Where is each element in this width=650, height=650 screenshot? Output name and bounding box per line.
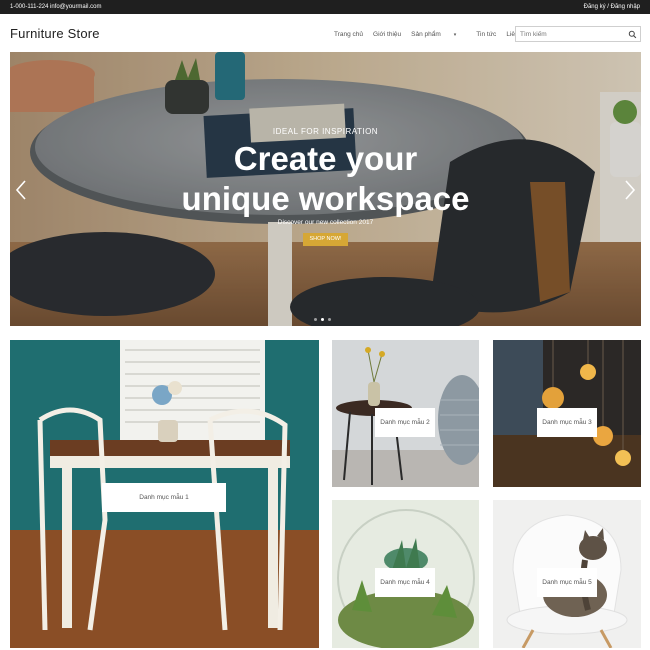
top-bar: 1-000-111-224 info@yourmail.com Đăng ký … bbox=[0, 0, 650, 14]
category-card-4[interactable]: Danh mục mẫu 4 bbox=[332, 500, 479, 648]
hero-subtitle: Discover our new collection 2017 bbox=[277, 219, 374, 226]
category-label-2: Danh mục mẫu 2 bbox=[375, 408, 435, 437]
category-label-4: Danh mục mẫu 4 bbox=[375, 568, 435, 597]
slider-dots bbox=[314, 318, 331, 321]
email-link[interactable]: info@yourmail.com bbox=[50, 4, 101, 10]
nav-item-products[interactable]: Sản phẩm ▾ bbox=[411, 31, 466, 38]
slider-dot-2[interactable] bbox=[321, 318, 324, 321]
search-box bbox=[515, 26, 641, 42]
slider-dot-3[interactable] bbox=[328, 318, 331, 321]
hero-content: IDEAL FOR INSPIRATION Create your unique… bbox=[10, 52, 641, 326]
category-card-2[interactable]: Danh mục mẫu 2 bbox=[332, 340, 479, 487]
hero-slider: IDEAL FOR INSPIRATION Create your unique… bbox=[10, 52, 641, 326]
category-label-5: Danh mục mẫu 5 bbox=[537, 568, 597, 597]
hero-kicker: IDEAL FOR INSPIRATION bbox=[272, 127, 379, 136]
search-input[interactable] bbox=[520, 29, 624, 39]
auth-link[interactable]: Đăng ký / Đăng nhập bbox=[584, 4, 640, 10]
nav-item-news[interactable]: Tin tức bbox=[476, 31, 496, 38]
nav-item-about[interactable]: Giới thiệu bbox=[373, 31, 401, 38]
category-card-1[interactable]: Danh mục mẫu 1 bbox=[10, 340, 319, 648]
chevron-right-icon[interactable] bbox=[623, 179, 637, 201]
search-icon[interactable] bbox=[628, 30, 637, 39]
slider-dot-1[interactable] bbox=[314, 318, 317, 321]
shop-now-button[interactable]: SHOP NOW! bbox=[303, 233, 348, 246]
nav-item-products-label: Sản phẩm bbox=[411, 31, 441, 38]
category-label-3: Danh mục mẫu 3 bbox=[537, 408, 597, 437]
nav-item-home[interactable]: Trang chủ bbox=[334, 31, 363, 38]
category-card-5[interactable]: Danh mục mẫu 5 bbox=[493, 500, 641, 648]
site-logo[interactable]: Furniture Store bbox=[10, 26, 100, 41]
phone-number: 1-000-111-224 bbox=[10, 4, 49, 10]
site-header: Furniture Store Trang chủ Giới thiệu Sản… bbox=[0, 14, 650, 52]
caret-down-icon: ▾ bbox=[453, 32, 457, 38]
category-label-1: Danh mục mẫu 1 bbox=[102, 483, 226, 512]
category-card-3[interactable]: Danh mục mẫu 3 bbox=[493, 340, 641, 487]
hero-title-line-1: Create your bbox=[233, 140, 418, 177]
main-nav: Trang chủ Giới thiệu Sản phẩm ▾ Tin tức L… bbox=[334, 31, 538, 38]
chevron-left-icon[interactable] bbox=[14, 179, 28, 201]
hero-title-line-2: unique workspace bbox=[181, 180, 470, 217]
